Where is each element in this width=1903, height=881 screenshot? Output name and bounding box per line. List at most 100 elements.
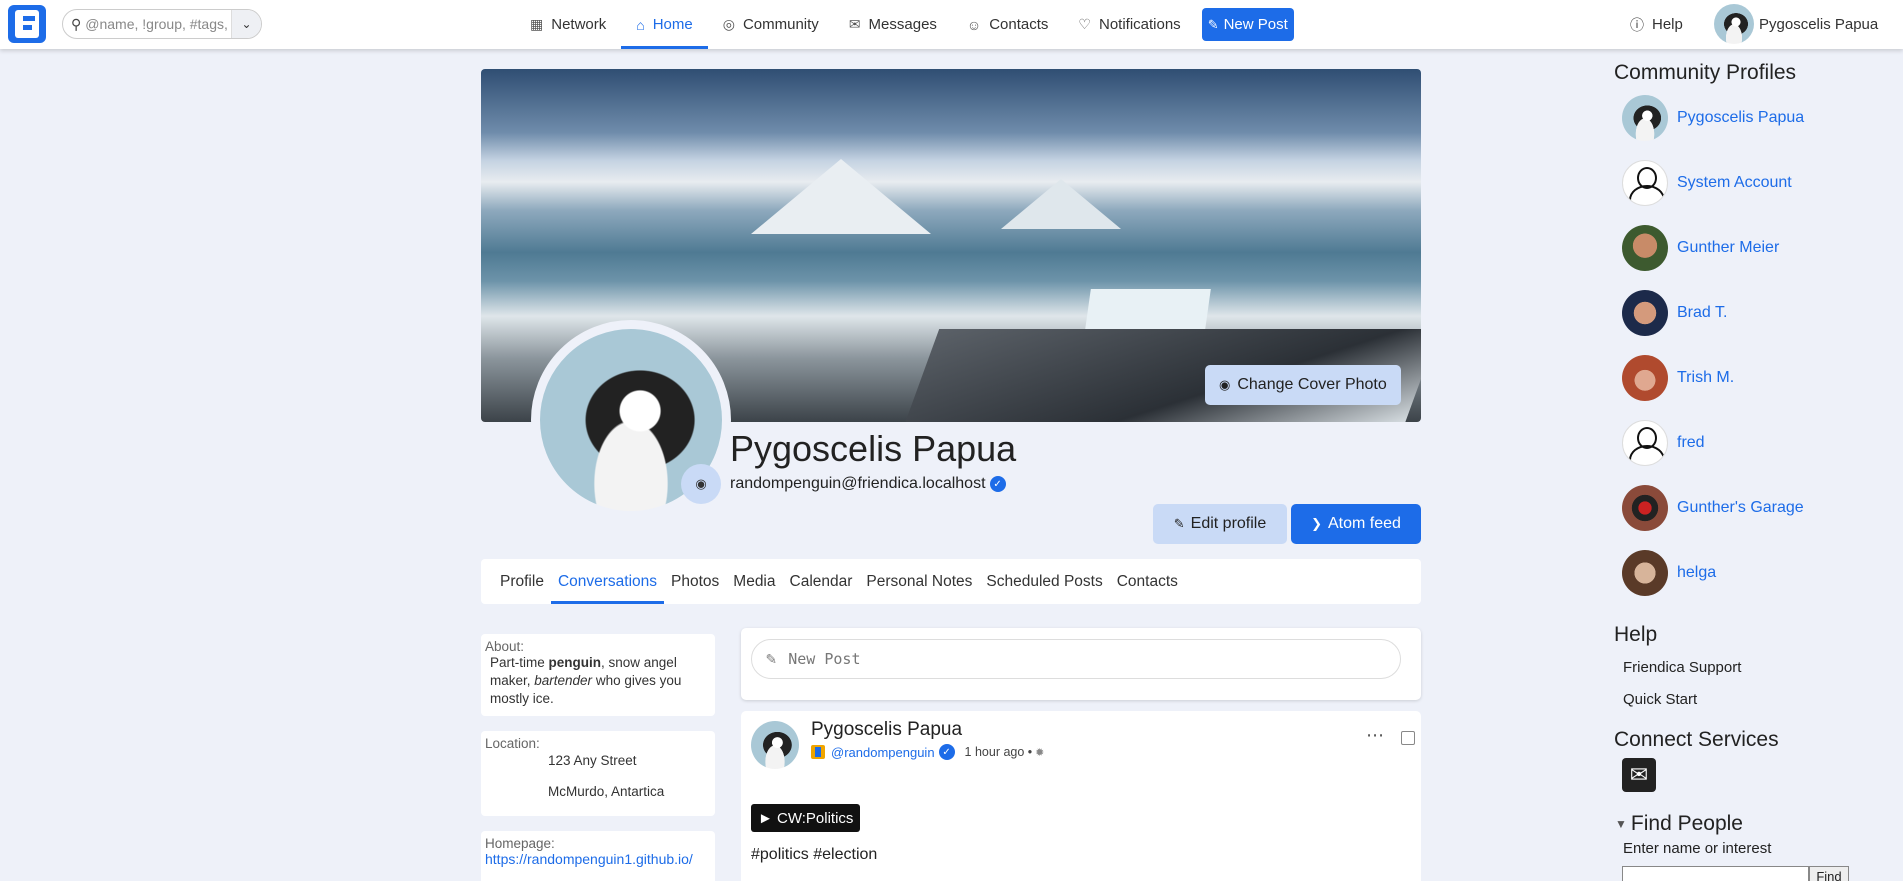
tab-photos[interactable]: Photos [664,559,726,604]
nav-label: Messages [868,16,937,33]
tab-contacts[interactable]: Contacts [1110,559,1185,604]
post-card: Pygoscelis Papua @randompenguin ✓ 1 hour… [741,711,1421,881]
friendica-logo[interactable] [8,5,46,43]
friendica-support-link[interactable]: Friendica Support [1623,659,1741,676]
profile-link[interactable]: Brad T. [1677,304,1727,322]
nav-community[interactable]: ◎ Community [708,0,834,49]
edit-icon: ✎ [1173,516,1185,531]
bell-icon: ♡ [1078,16,1091,32]
avatar [1622,420,1668,466]
post-meta: @randompenguin ✓ 1 hour ago • ✹ [811,744,1044,760]
community-profile-item[interactable]: System Account [1622,160,1792,206]
community-profile-item[interactable]: fred [1622,420,1705,466]
search-box[interactable]: ⚲ @name, !group, #tags, c ⌄ [62,9,262,39]
pencil-icon: ✎ [766,649,777,669]
profile-link[interactable]: fred [1677,434,1705,452]
help-label: Help [1652,16,1683,33]
edit-icon: ✎ [1207,16,1219,32]
new-post-placeholder: New Post [788,650,861,668]
help-heading: Help [1614,623,1658,646]
help-link[interactable]: ⓘ Help [1630,0,1683,49]
profile-handle: randompenguin@friendica.localhost ✓ [730,475,1006,493]
nav-notifications[interactable]: ♡ Notifications [1063,0,1195,49]
profile-link[interactable]: Gunther Meier [1677,239,1779,257]
new-post-label: New Post [1223,16,1288,33]
edit-profile-button[interactable]: ✎ Edit profile [1153,504,1287,544]
atom-feed-label: Atom feed [1327,515,1401,532]
post-time[interactable]: 1 hour ago • [965,745,1033,759]
change-cover-label: Change Cover Photo [1237,376,1387,393]
location-line-2: McMurdo, Antartica [548,784,665,799]
new-post-button[interactable]: ✎ New Post [1201,8,1294,41]
community-profile-item[interactable]: helga [1622,550,1716,596]
nav-home[interactable]: ⌂ Home [621,0,709,49]
community-profile-item[interactable]: Brad T. [1622,290,1727,336]
change-cover-photo-button[interactable]: ◉ Change Cover Photo [1205,365,1401,405]
find-button[interactable]: Find [1809,866,1849,881]
tab-personal-notes[interactable]: Personal Notes [859,559,979,604]
profile-link[interactable]: helga [1677,564,1716,582]
avatar [1622,550,1668,596]
nav-label: Contacts [989,16,1049,33]
nav-network[interactable]: ▦ Network [515,0,621,49]
find-people-heading: Find People [1630,812,1743,835]
nav-label: Notifications [1098,16,1181,33]
profile-link[interactable]: System Account [1677,174,1792,192]
nav-contacts[interactable]: ☺ Contacts [952,0,1064,49]
avatar [1714,4,1754,44]
avatar[interactable] [751,721,799,769]
find-people-input[interactable] [1622,866,1809,881]
more-options-icon[interactable]: ⋯ [1366,725,1385,746]
top-navbar: ⚲ @name, !group, #tags, c ⌄ ▦ Network ⌂ Ho… [0,0,1903,49]
new-post-input[interactable]: ✎ New Post [751,639,1401,679]
question-icon: ⓘ [1630,16,1644,33]
nav-label: Network [551,16,607,33]
tab-profile[interactable]: Profile [493,559,551,604]
post-author[interactable]: Pygoscelis Papua [811,719,962,741]
community-profile-item[interactable]: Gunther's Garage [1622,485,1804,531]
network-icon [811,745,825,759]
profile-link[interactable]: Gunther's Garage [1677,499,1804,517]
spinner-icon: ✹ [1035,746,1045,759]
verified-icon: ✓ [989,476,1006,492]
community-profiles-heading: Community Profiles [1614,61,1797,84]
triangle-down-icon: ▼ [1615,817,1627,831]
tab-scheduled-posts[interactable]: Scheduled Posts [979,559,1109,604]
rss-icon: ❯ [1311,516,1322,531]
camera-icon[interactable]: ◉ [681,464,721,504]
mail-icon[interactable] [1622,758,1656,792]
nav-messages[interactable]: ✉ Messages [834,0,952,49]
tab-calendar[interactable]: Calendar [783,559,860,604]
users-icon: ☺ [966,16,982,33]
location-box: Location: 123 Any Street McMurdo, Antart… [481,731,715,816]
community-profile-item[interactable]: Gunther Meier [1622,225,1779,271]
camera-icon: ◉ [1219,377,1231,392]
avatar [1622,160,1668,206]
chevron-down-icon[interactable]: ⌄ [231,10,261,38]
community-profile-item[interactable]: Pygoscelis Papua [1622,95,1804,141]
content-warning-button[interactable]: ► CW:Politics [751,804,861,832]
post-handle[interactable]: @randompenguin [831,745,935,760]
homepage-link[interactable]: https://randompenguin1.github.io/ [485,851,711,867]
quick-start-link[interactable]: Quick Start [1623,691,1697,708]
tab-conversations[interactable]: Conversations [550,559,665,604]
post-tags: #politics #election [751,846,878,863]
nav-label: Community [742,16,819,33]
search-input[interactable]: @name, !group, #tags, c [85,16,230,32]
atom-feed-button[interactable]: ❯ Atom feed [1291,504,1421,544]
handle-text: randompenguin@friendica.localhost [730,475,986,492]
about-text: Part-time penguin, snow angel maker, bar… [490,655,682,706]
profile-link[interactable]: Trish M. [1677,369,1734,387]
community-profile-item[interactable]: Trish M. [1622,355,1734,401]
new-post-box: ✎ New Post [741,628,1421,700]
user-menu[interactable]: Pygoscelis Papua [1714,4,1878,44]
profile-link[interactable]: Pygoscelis Papua [1677,109,1804,127]
tab-media[interactable]: Media [726,559,782,604]
find-people-toggle[interactable]: ▼ Find People [1615,812,1743,836]
homepage-label: Homepage: [485,836,555,851]
select-checkbox[interactable] [1401,731,1415,745]
avatar [1622,225,1668,271]
profile-tabs: Profile Conversations Photos Media Calen… [481,559,1421,604]
home-icon: ⌂ [636,16,645,33]
main-nav: ▦ Network ⌂ Home ◎ Community ✉ Messages ☺ Con… [515,0,1294,49]
